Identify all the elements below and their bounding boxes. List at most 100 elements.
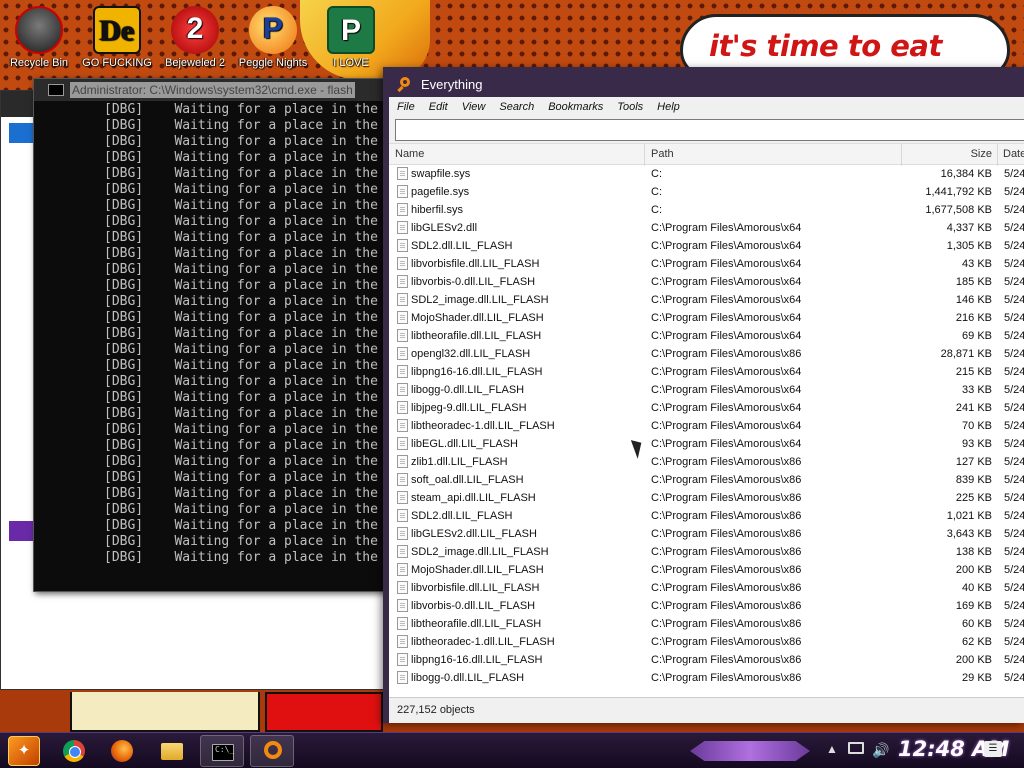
menu-file[interactable]: File	[397, 101, 415, 113]
taskbar-firefox[interactable]	[100, 735, 144, 767]
file-size: 216 KB	[955, 312, 992, 324]
result-row[interactable]: steam_api.dll.LIL_FLASH C:\Program Files\…	[389, 489, 1024, 507]
desktop-icon-i-love[interactable]: P I LOVE	[314, 6, 388, 69]
cmd-line: [DBG] Waiting for a place in the	[104, 454, 378, 469]
file-icon	[397, 239, 408, 252]
show-hidden-icons-icon[interactable]: ▲	[826, 742, 838, 768]
menu-bookmarks[interactable]: Bookmarks	[548, 101, 603, 113]
column-path-header[interactable]: Path	[651, 148, 674, 160]
file-path: C:\Program Files\Amorous\x64	[651, 438, 802, 450]
search-bar	[389, 117, 1024, 143]
result-row[interactable]: libpng16-16.dll.LIL_FLASH C:\Program File…	[389, 651, 1024, 669]
file-path: C:\Program Files\Amorous\x64	[651, 366, 802, 378]
column-separator[interactable]	[997, 144, 998, 166]
result-row[interactable]: libvorbis-0.dll.LIL_FLASH C:\Program File…	[389, 273, 1024, 291]
file-size: 60 KB	[962, 618, 992, 630]
result-row[interactable]: opengl32.dll.LIL_FLASH C:\Program Files\A…	[389, 345, 1024, 363]
result-row[interactable]: libGLESv2.dll.LIL_FLASH C:\Program Files\…	[389, 525, 1024, 543]
file-path: C:\Program Files\Amorous\x86	[651, 474, 802, 486]
result-row[interactable]: SDL2_image.dll.LIL_FLASH C:\Program Files…	[389, 543, 1024, 561]
cmd-output[interactable]: [DBG] Waiting for a place in the [DBG] Wa…	[34, 101, 392, 566]
result-row[interactable]: libvorbis-0.dll.LIL_FLASH C:\Program File…	[389, 597, 1024, 615]
file-name: libGLESv2.dll.LIL_FLASH	[411, 528, 537, 540]
desktop-icon-peggle[interactable]: P Peggle Nights	[236, 6, 310, 69]
result-row[interactable]: MojoShader.dll.LIL_FLASH C:\Program Files…	[389, 561, 1024, 579]
result-row[interactable]: MojoShader.dll.LIL_FLASH C:\Program Files…	[389, 309, 1024, 327]
column-separator[interactable]	[901, 144, 902, 166]
result-row[interactable]: libogg-0.dll.LIL_FLASH C:\Program Files\A…	[389, 381, 1024, 399]
file-path: C:\Program Files\Amorous\x64	[651, 420, 802, 432]
file-date: 5/24	[1004, 474, 1024, 486]
file-name: swapfile.sys	[411, 168, 471, 180]
cmd-line: [DBG] Waiting for a place in the	[104, 294, 378, 309]
cmd-window[interactable]: Administrator: C:\Windows\system32\cmd.e…	[33, 78, 393, 592]
column-size-header[interactable]: Size	[971, 148, 992, 160]
column-separator[interactable]	[644, 144, 645, 166]
file-size: 200 KB	[955, 564, 992, 576]
result-row[interactable]: libvorbisfile.dll.LIL_FLASH C:\Program Fi…	[389, 579, 1024, 597]
file-path: C:\Program Files\Amorous\x86	[651, 528, 802, 540]
cmd-titlebar[interactable]: Administrator: C:\Windows\system32\cmd.e…	[34, 79, 392, 101]
file-path: C:\Program Files\Amorous\x86	[651, 600, 802, 612]
menu-view[interactable]: View	[462, 101, 486, 113]
column-header: Name Path Size Date	[389, 143, 1024, 166]
result-row[interactable]: soft_oal.dll.LIL_FLASH C:\Program Files\A…	[389, 471, 1024, 489]
desktop-icon-recycle-bin[interactable]: Recycle Bin	[2, 6, 76, 69]
start-orb-icon[interactable]: ✦	[8, 736, 40, 766]
network-icon[interactable]	[848, 742, 864, 754]
column-date-header[interactable]: Date	[1003, 148, 1024, 160]
result-row[interactable]: pagefile.sys C: 1,441,792 KB 5/24	[389, 183, 1024, 201]
file-path: C:\Program Files\Amorous\x64	[651, 312, 802, 324]
result-row[interactable]: SDL2.dll.LIL_FLASH C:\Program Files\Amoro…	[389, 507, 1024, 525]
result-row[interactable]: SDL2_image.dll.LIL_FLASH C:\Program Files…	[389, 291, 1024, 309]
object-count: 227,152 objects	[397, 704, 475, 716]
taskbar-chrome[interactable]	[52, 735, 96, 767]
desktop-icon-go-fucking[interactable]: De GO FUCKING	[80, 6, 154, 69]
menu-edit[interactable]: Edit	[429, 101, 448, 113]
menu-search[interactable]: Search	[499, 101, 534, 113]
file-name: SDL2.dll.LIL_FLASH	[411, 240, 513, 252]
file-date: 5/24	[1004, 510, 1024, 522]
result-row[interactable]: hiberfil.sys C: 1,677,508 KB 5/24	[389, 201, 1024, 219]
everything-window[interactable]: Everything File Edit View Search Bookmar…	[383, 67, 1024, 723]
result-row[interactable]: swapfile.sys C: 16,384 KB 5/24	[389, 165, 1024, 183]
file-path: C:\Program Files\Amorous\x86	[651, 564, 802, 576]
desktop-icon-label: GO FUCKING	[82, 57, 152, 69]
file-path: C:\Program Files\Amorous\x86	[651, 348, 802, 360]
file-name: pagefile.sys	[411, 186, 470, 198]
result-row[interactable]: libGLESv2.dll C:\Program Files\Amorous\x6…	[389, 219, 1024, 237]
action-center-icon[interactable]: ☰	[984, 741, 1002, 757]
file-size: 138 KB	[955, 546, 992, 558]
everything-titlebar[interactable]: Everything	[389, 71, 1024, 97]
search-input[interactable]	[395, 119, 1024, 141]
menu-help[interactable]: Help	[657, 101, 680, 113]
file-icon	[397, 635, 408, 648]
file-size: 62 KB	[962, 636, 992, 648]
result-row[interactable]: libtheorafile.dll.LIL_FLASH C:\Program Fi…	[389, 327, 1024, 345]
taskbar-cmd[interactable]: C:\_	[200, 735, 244, 767]
column-name-header[interactable]: Name	[395, 148, 424, 160]
result-row[interactable]: libvorbisfile.dll.LIL_FLASH C:\Program Fi…	[389, 255, 1024, 273]
volume-icon[interactable]: 🔊	[872, 742, 889, 768]
result-row[interactable]: libogg-0.dll.LIL_FLASH C:\Program Files\A…	[389, 669, 1024, 687]
result-row[interactable]: zlib1.dll.LIL_FLASH C:\Program Files\Amor…	[389, 453, 1024, 471]
menu-bar: File Edit View Search Bookmarks Tools He…	[389, 97, 1024, 117]
file-size: 169 KB	[955, 600, 992, 612]
result-row[interactable]: libtheoradec-1.dll.LIL_FLASH C:\Program F…	[389, 633, 1024, 651]
result-row[interactable]: libtheorafile.dll.LIL_FLASH C:\Program Fi…	[389, 615, 1024, 633]
result-row[interactable]: libtheoradec-1.dll.LIL_FLASH C:\Program F…	[389, 417, 1024, 435]
taskbar-explorer[interactable]	[150, 735, 194, 767]
result-row[interactable]: libjpeg-9.dll.LIL_FLASH C:\Program Files\…	[389, 399, 1024, 417]
file-icon	[397, 491, 408, 504]
results-list[interactable]: swapfile.sys C: 16,384 KB 5/24 pagefile.sys C…	[389, 165, 1024, 697]
result-row[interactable]: libEGL.dll.LIL_FLASH C:\Program Files\Amo…	[389, 435, 1024, 453]
file-icon	[397, 473, 408, 486]
wallpaper-panel	[265, 692, 383, 732]
result-row[interactable]: libpng16-16.dll.LIL_FLASH C:\Program File…	[389, 363, 1024, 381]
everything-icon	[264, 741, 282, 759]
file-path: C:	[651, 186, 662, 198]
taskbar-everything[interactable]	[250, 735, 294, 767]
menu-tools[interactable]: Tools	[617, 101, 643, 113]
desktop-icon-bejeweled[interactable]: 2 Bejeweled 2	[158, 6, 232, 69]
result-row[interactable]: SDL2.dll.LIL_FLASH C:\Program Files\Amoro…	[389, 237, 1024, 255]
